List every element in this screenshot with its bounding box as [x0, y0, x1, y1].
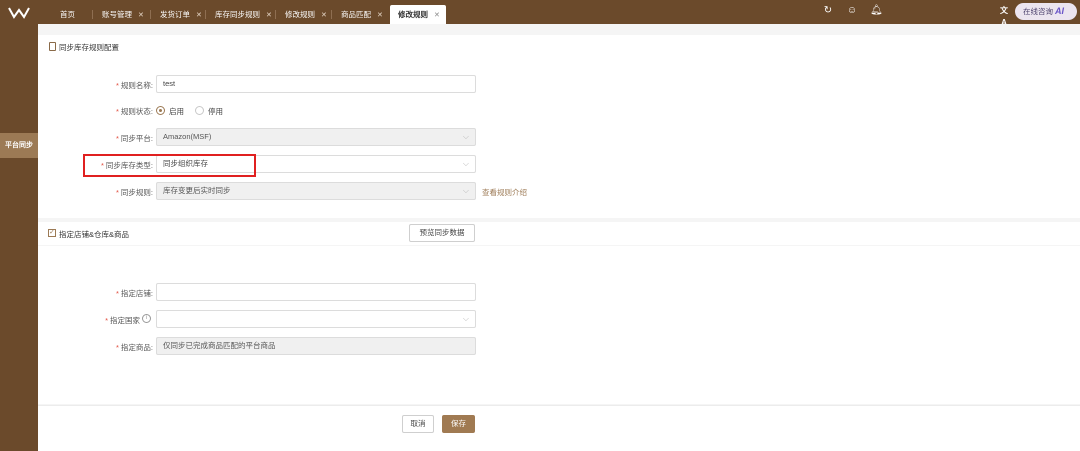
- main-content: 同步库存规则配置 * 规则名称: test * 规则状态: 启用 停用 * 同步平台:…: [38, 24, 1080, 451]
- tab-edit-rule-active[interactable]: 修改规则 ✕: [390, 5, 446, 24]
- logo-icon: [8, 7, 30, 19]
- section-title: 同步库存规则配置: [59, 43, 119, 52]
- shop-input[interactable]: [156, 283, 476, 301]
- section-title: 指定店铺&仓库&商品: [59, 230, 130, 239]
- sidebar: 平台同步: [0, 24, 38, 451]
- country-select[interactable]: ⌵: [156, 310, 476, 328]
- sync-platform-label: * 同步平台:: [115, 134, 153, 143]
- sync-platform-select[interactable]: Amazon(MSF) ⌵: [156, 128, 476, 146]
- highlight-box: [83, 154, 256, 177]
- info-icon[interactable]: i: [142, 314, 151, 323]
- rule-status-label: * 规则状态:: [115, 107, 153, 116]
- tab-divider: [205, 10, 206, 19]
- rule-config-form: * 规则名称: test * 规则状态: 启用 停用 * 同步平台: Amazon(M…: [38, 58, 1080, 218]
- close-icon[interactable]: ✕: [138, 12, 144, 19]
- online-consult-button[interactable]: 在线咨询 AI: [1015, 3, 1077, 20]
- tab-product-matching[interactable]: 商品匹配 ✕: [333, 5, 383, 24]
- rule-name-label: * 规则名称:: [115, 81, 153, 90]
- status-enabled-radio[interactable]: [156, 106, 165, 115]
- tab-edit-rule[interactable]: 修改规则 ✕: [277, 5, 327, 24]
- tab-account-management[interactable]: 账号管理 ✕: [94, 5, 144, 24]
- tab-shipping-orders[interactable]: 发货订单 ✕: [152, 5, 202, 24]
- country-label: * 指定国家: [105, 316, 140, 325]
- status-disabled-radio[interactable]: [195, 106, 204, 115]
- close-icon[interactable]: ✕: [434, 12, 440, 19]
- tab-divider: [150, 10, 151, 19]
- save-button[interactable]: 保存: [442, 415, 475, 433]
- close-icon[interactable]: ✕: [321, 12, 327, 19]
- status-disabled-label[interactable]: 停用: [208, 106, 223, 117]
- top-bar: 首页 账号管理 ✕ 发货订单 ✕ 库存同步规则 ✕ 修改规则 ✕ 商品匹配 ✕ 修改规则 ✕…: [0, 0, 1080, 27]
- close-icon[interactable]: ✕: [196, 12, 202, 19]
- tab-divider: [275, 10, 276, 19]
- view-rule-intro-link[interactable]: 查看规则介绍: [482, 187, 527, 198]
- shop-label: * 指定店铺:: [115, 289, 153, 298]
- section-header-shop-warehouse: ✓ 指定店铺&仓库&商品 预览同步数据: [38, 222, 1080, 245]
- section-header-rule-config: 同步库存规则配置: [38, 35, 1080, 58]
- status-enabled-label[interactable]: 启用: [169, 106, 184, 117]
- close-icon[interactable]: ✕: [377, 12, 383, 19]
- refresh-icon[interactable]: ↻: [822, 5, 834, 17]
- checkbox-icon[interactable]: ✓: [48, 229, 56, 237]
- chevron-down-icon: ⌵: [462, 132, 469, 141]
- bell-icon[interactable]: 🔔︎: [870, 5, 883, 17]
- tab-divider: [92, 10, 93, 19]
- smiley-icon[interactable]: ☺: [846, 5, 858, 17]
- sync-rule-select[interactable]: 库存变更后实时同步 ⌵: [156, 182, 476, 200]
- sync-rule-label: * 同步规则:: [115, 188, 153, 197]
- cancel-button[interactable]: 取消: [402, 415, 434, 433]
- sidebar-item-platform-sync[interactable]: 平台同步: [0, 133, 38, 158]
- rule-name-input[interactable]: test: [156, 75, 476, 93]
- close-icon[interactable]: ✕: [266, 12, 272, 19]
- product-field: 仅同步已完成商品匹配的平台商品: [156, 337, 476, 355]
- shop-warehouse-form: * 指定店铺: * 指定国家 i ⌵ * 指定商品: 仅同步已完成商品匹配的平台商品: [38, 246, 1080, 404]
- product-label: * 指定商品:: [115, 343, 153, 352]
- preview-sync-data-button[interactable]: 预览同步数据: [409, 224, 475, 242]
- footer-bar: 取消 保存: [38, 406, 1080, 451]
- document-icon: [49, 42, 56, 51]
- chevron-down-icon: ⌵: [462, 159, 469, 168]
- translate-icon[interactable]: 文A: [998, 5, 1010, 27]
- tab-inventory-sync-rules[interactable]: 库存同步规则 ✕: [207, 5, 272, 24]
- chevron-down-icon: ⌵: [462, 314, 469, 323]
- tab-home[interactable]: 首页: [52, 5, 75, 24]
- tab-divider: [331, 10, 332, 19]
- chevron-down-icon: ⌵: [462, 186, 469, 195]
